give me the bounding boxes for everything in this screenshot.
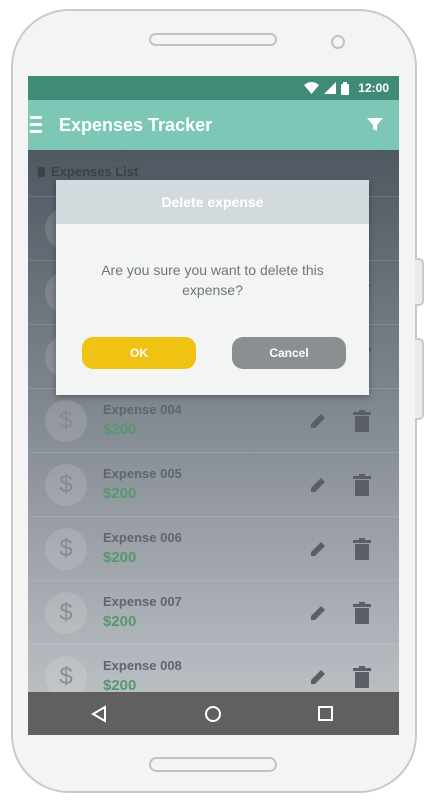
power-button — [415, 338, 424, 420]
status-icons — [304, 81, 349, 95]
cancel-button[interactable]: Cancel — [232, 337, 346, 369]
edit-icon[interactable] — [308, 475, 328, 495]
bottom-speaker — [149, 757, 277, 772]
edit-icon[interactable] — [308, 539, 328, 559]
list-item[interactable]: $ Expense 007 $200 — [28, 580, 399, 645]
navigation-bar — [28, 692, 399, 735]
dialog-title: Delete expense — [56, 180, 369, 224]
earpiece-speaker — [149, 33, 277, 46]
wifi-icon — [304, 82, 319, 94]
ok-button[interactable]: OK — [82, 337, 196, 369]
expense-name: Expense 004 — [103, 402, 182, 417]
expense-name: Expense 006 — [103, 530, 182, 545]
signal-icon — [324, 82, 336, 94]
battery-icon — [341, 81, 349, 95]
edit-icon[interactable] — [308, 411, 328, 431]
filter-icon[interactable] — [367, 118, 383, 132]
expense-amount: $200 — [103, 421, 137, 438]
recents-icon[interactable] — [318, 706, 334, 722]
app-title: Expenses Tracker — [59, 115, 213, 135]
list-icon — [38, 166, 45, 177]
trash-icon[interactable] — [353, 666, 371, 688]
list-header-label: Expenses List — [51, 164, 139, 179]
list-item[interactable]: $ Expense 006 $200 — [28, 516, 399, 581]
expense-amount: $200 — [103, 549, 137, 566]
dollar-icon: $ — [45, 592, 87, 634]
trash-icon[interactable] — [353, 602, 371, 624]
front-camera — [331, 35, 345, 49]
dollar-icon: $ — [45, 464, 87, 506]
status-bar: 12:00 — [28, 76, 399, 100]
dollar-icon: $ — [45, 400, 87, 442]
status-time: 12:00 — [358, 81, 389, 95]
dialog-message: Are you sure you want to delete this exp… — [101, 262, 324, 298]
trash-icon[interactable] — [353, 410, 371, 432]
delete-dialog: Delete expense Are you sure you want to … — [56, 180, 369, 395]
screen: 12:00 Expenses Tracker Expenses List $ Ex… — [28, 76, 399, 735]
expense-amount: $200 — [103, 613, 137, 630]
trash-icon[interactable] — [353, 538, 371, 560]
volume-button — [415, 258, 424, 306]
list-item[interactable]: $ Expense 004 $200 — [28, 388, 399, 453]
dollar-icon: $ — [45, 528, 87, 570]
edit-icon[interactable] — [308, 603, 328, 623]
trash-icon[interactable] — [353, 474, 371, 496]
app-bar: Expenses Tracker — [28, 100, 399, 150]
home-icon[interactable] — [204, 705, 222, 723]
list-item[interactable]: $ Expense 005 $200 — [28, 452, 399, 517]
menu-icon[interactable] — [30, 116, 42, 134]
back-icon[interactable] — [91, 705, 107, 723]
expense-name: Expense 007 — [103, 594, 182, 609]
expense-name: Expense 008 — [103, 658, 182, 673]
edit-icon[interactable] — [308, 667, 328, 687]
expense-name: Expense 005 — [103, 466, 182, 481]
list-header: Expenses List — [38, 164, 138, 179]
expense-amount: $200 — [103, 485, 137, 502]
